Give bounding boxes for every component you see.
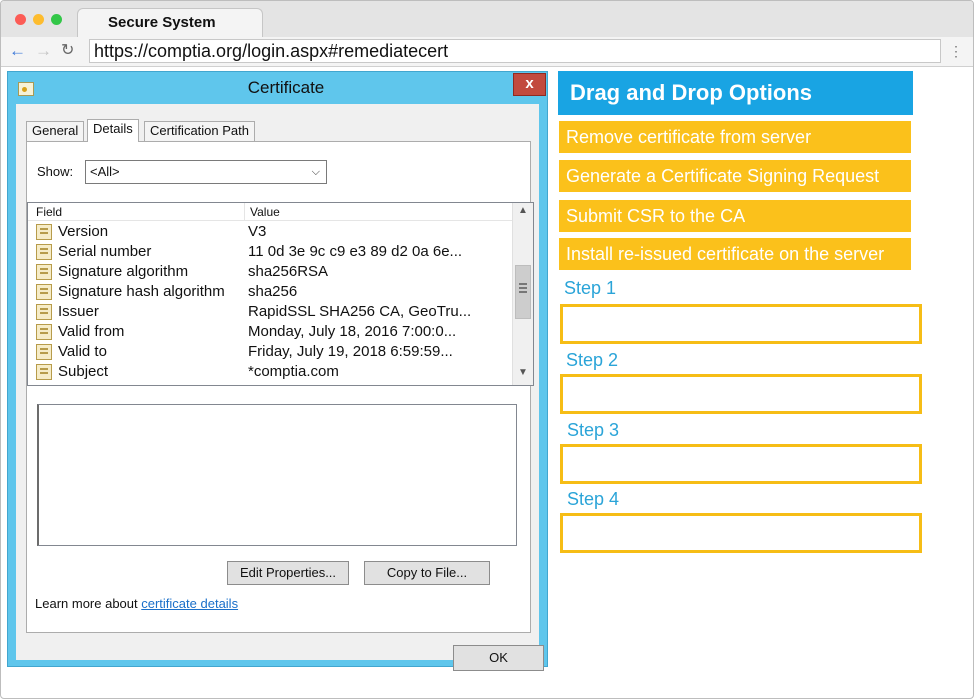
learn-more-label: Learn more about — [35, 596, 138, 611]
arrow-left-icon[interactable]: ← — [9, 42, 26, 60]
step-1-drop-zone[interactable] — [560, 304, 922, 344]
row-value: Monday, July 18, 2016 7:00:0... — [248, 323, 457, 340]
step-2-drop-zone[interactable] — [560, 374, 922, 414]
list-row[interactable]: Signature hash algorithm sha256 — [28, 282, 512, 302]
field-icon — [36, 264, 52, 280]
window-maximize-icon[interactable] — [51, 14, 62, 25]
step-4-label: Step 4 — [567, 489, 620, 509]
row-field: Signature hash algorithm — [58, 283, 225, 300]
reload-icon[interactable]: ↻ — [61, 42, 74, 60]
copy-to-file-button[interactable]: Copy to File... — [364, 561, 490, 585]
row-value: *comptia.com — [248, 363, 339, 380]
field-icon — [36, 304, 52, 320]
browser-window: Secure System ← → ↻ https://comptia.org/… — [0, 0, 974, 699]
row-value: Friday, July 19, 2018 6:59:59... — [248, 343, 453, 360]
tab-details[interactable]: Details — [87, 119, 139, 142]
dialog-close-button[interactable]: x — [513, 73, 546, 96]
row-value: sha256RSA — [248, 263, 329, 280]
list-row[interactable]: Valid from Monday, July 18, 2016 7:00:0.… — [28, 322, 512, 342]
row-value: 11 0d 3e 9c c9 e3 89 d2 0a 6e... — [248, 243, 463, 260]
learn-more-text: Learn more about certificate details — [35, 596, 238, 611]
browser-tab[interactable]: Secure System — [77, 8, 263, 38]
dialog-title: Certificate — [247, 78, 325, 97]
row-field: Issuer — [58, 303, 99, 320]
edit-properties-button[interactable]: Edit Properties... — [227, 561, 349, 585]
show-label: Show: — [37, 164, 74, 179]
row-field: Subject — [58, 363, 109, 380]
field-icon — [36, 344, 52, 360]
field-icon — [36, 244, 52, 260]
dialog-body: General Details Certification Path Show:… — [16, 104, 544, 671]
drag-option-submit-csr[interactable]: Submit CSR to the CA — [559, 200, 911, 232]
details-panel: Show: <All> ⌵ Field Value Version V3 Ser… — [26, 141, 534, 633]
column-header-field[interactable]: Field — [36, 205, 62, 219]
browser-titlebar: Secure System — [1, 1, 973, 38]
field-icon — [36, 324, 52, 340]
row-value: V3 — [248, 223, 267, 240]
tab-general[interactable]: General — [26, 121, 85, 141]
field-icon — [36, 364, 52, 380]
drag-option-generate-csr[interactable]: Generate a Certificate Signing Request — [559, 160, 911, 192]
list-row[interactable]: Signature algorithm sha256RSA — [28, 262, 512, 282]
show-select-value: <All> — [90, 164, 120, 179]
address-bar[interactable]: https://comptia.org/login.aspx#remediate… — [89, 39, 941, 63]
ok-button[interactable]: OK — [453, 645, 544, 671]
drag-option-remove-certificate[interactable]: Remove certificate from server — [559, 121, 911, 153]
show-select[interactable]: <All> ⌵ — [85, 160, 327, 184]
tab-certification-path[interactable]: Certification Path — [144, 121, 255, 141]
step-3-drop-zone[interactable] — [560, 444, 922, 484]
row-value: RapidSSL SHA256 CA, GeoTru... — [248, 303, 472, 320]
scroll-thumb[interactable] — [515, 265, 531, 319]
window-close-icon[interactable] — [15, 14, 26, 25]
row-field: Valid to — [58, 343, 107, 360]
row-field: Serial number — [58, 243, 152, 260]
row-field: Signature algorithm — [58, 263, 189, 280]
certificate-dialog: Certificate x General Details Certificat… — [7, 71, 548, 671]
column-header-value[interactable]: Value — [250, 205, 280, 219]
chevron-down-icon: ⌵ — [311, 166, 320, 178]
field-list[interactable]: Field Value Version V3 Serial number 11 … — [27, 202, 534, 386]
scroll-down-icon[interactable]: ▼ — [518, 367, 528, 378]
grip-icon — [519, 283, 527, 285]
list-row[interactable]: Serial number 11 0d 3e 9c c9 e3 89 d2 0a… — [28, 242, 512, 262]
step-4-drop-zone[interactable] — [560, 513, 922, 553]
list-row[interactable]: Subject *comptia.com — [28, 362, 512, 382]
field-icon — [36, 224, 52, 240]
list-row[interactable]: Issuer RapidSSL SHA256 CA, GeoTru... — [28, 302, 512, 322]
drag-drop-header: Drag and Drop Options — [558, 71, 913, 115]
step-1-label: Step 1 — [564, 278, 617, 298]
list-row[interactable]: Valid to Friday, July 19, 2018 6:59:59..… — [28, 342, 512, 362]
step-3-label: Step 3 — [567, 420, 620, 440]
field-detail-textbox[interactable] — [37, 404, 517, 546]
list-header: Field Value — [28, 203, 512, 221]
scroll-up-icon[interactable]: ▲ — [518, 205, 528, 216]
row-field: Version — [58, 223, 109, 240]
column-divider[interactable] — [244, 203, 245, 221]
list-scrollbar[interactable]: ▲ ▼ — [512, 203, 533, 385]
kebab-menu-icon[interactable]: ⋮ — [949, 43, 963, 60]
drag-option-install-certificate[interactable]: Install re-issued certificate on the ser… — [559, 238, 911, 270]
row-field: Valid from — [58, 323, 125, 340]
list-row[interactable]: Version V3 — [28, 222, 512, 242]
step-2-label: Step 2 — [566, 350, 619, 370]
browser-navbar: ← → ↻ https://comptia.org/login.aspx#rem… — [1, 37, 973, 67]
arrow-right-icon[interactable]: → — [35, 42, 52, 60]
row-value: sha256 — [248, 283, 298, 300]
field-icon — [36, 284, 52, 300]
window-minimize-icon[interactable] — [33, 14, 44, 25]
certificate-details-link[interactable]: certificate details — [141, 596, 238, 611]
